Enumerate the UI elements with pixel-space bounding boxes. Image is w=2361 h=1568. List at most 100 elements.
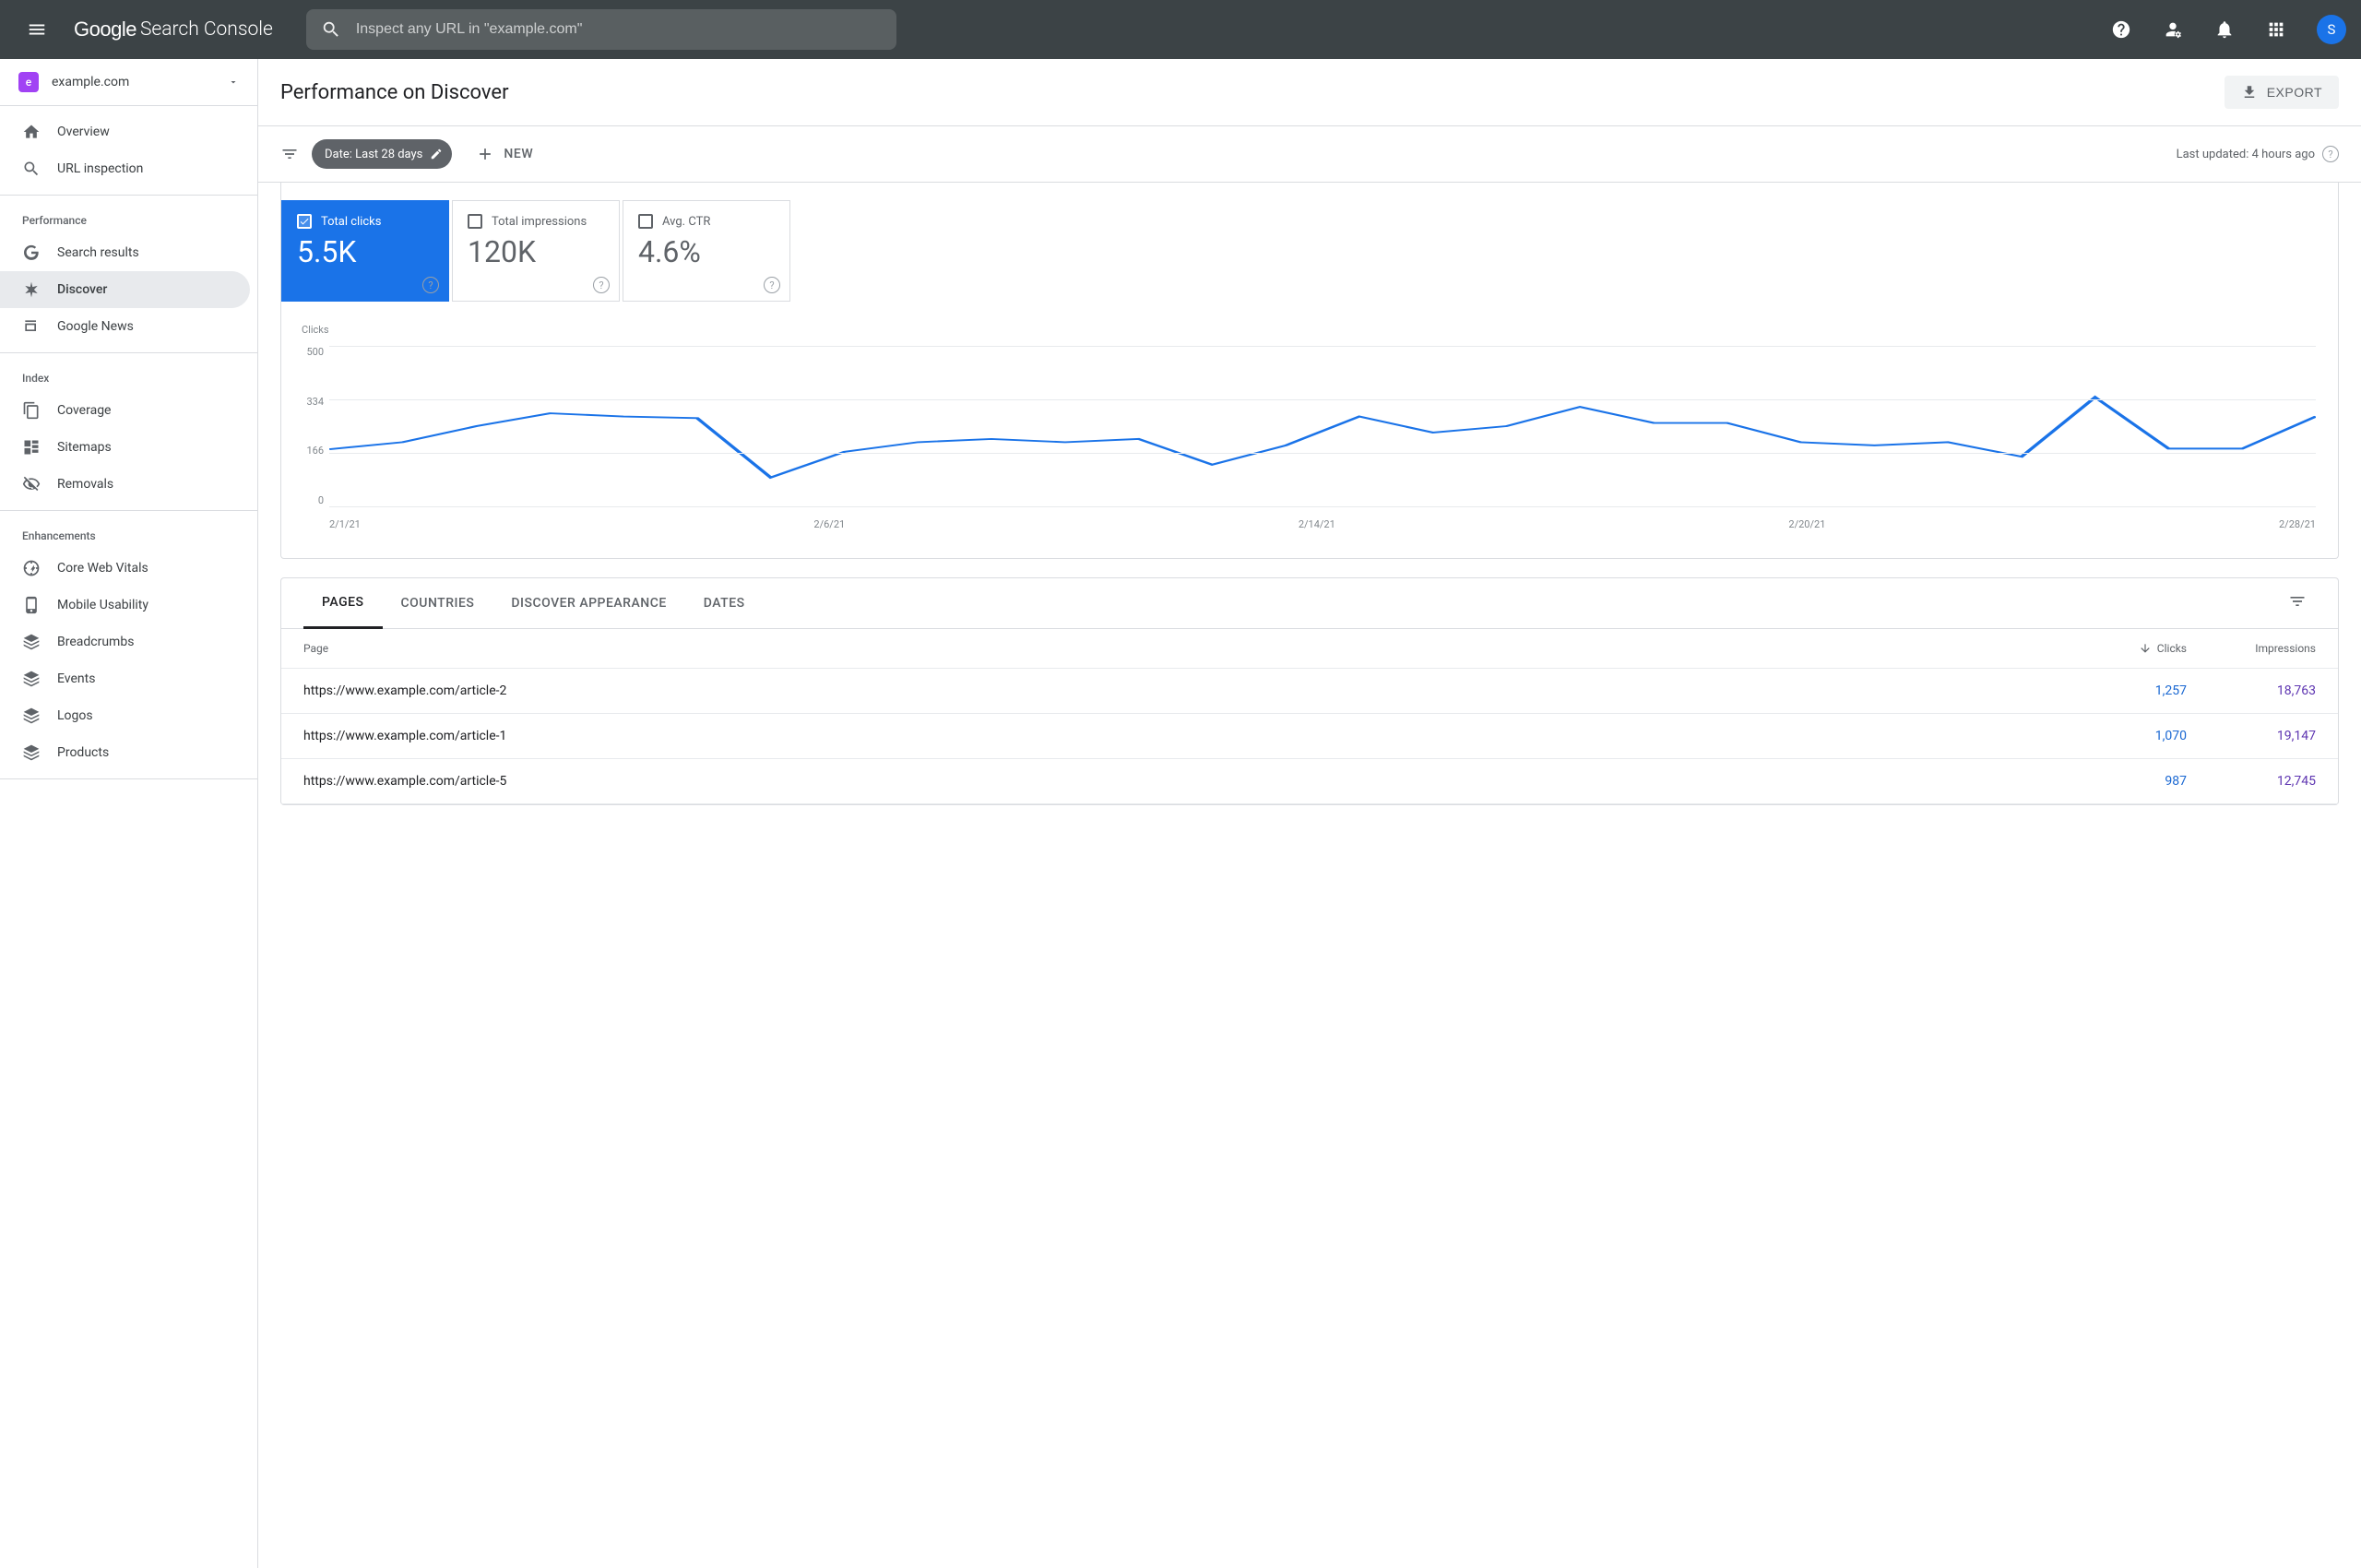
help-icon [2111,19,2131,40]
sidebar-heading: Index [0,361,257,392]
home-icon [22,123,41,141]
metric-card-avg-ctr[interactable]: Avg. CTR 4.6%? [623,200,790,302]
copy-icon [22,401,41,420]
sidebar-item-search-results[interactable]: Search results [0,234,250,271]
export-label: EXPORT [2267,85,2322,100]
clicks-value: 1,070 [2076,729,2187,743]
asterisk-icon [22,280,41,299]
user-settings-icon [2163,19,2183,40]
export-button[interactable]: EXPORT [2225,76,2339,109]
sort-desc-icon [2139,642,2152,655]
sidebar-item-mobile-usability[interactable]: Mobile Usability [0,587,250,624]
sidebar-item-sitemaps[interactable]: Sitemaps [0,429,250,466]
users-button[interactable] [2154,11,2191,48]
filter-bar: Date: Last 28 days NEW Last updated: 4 h… [258,125,2361,183]
table-row[interactable]: https://www.example.com/article-11,07019… [281,714,2338,759]
ytick: 166 [306,445,324,457]
metric-value: 5.5K [297,234,433,269]
col-impressions-header[interactable]: Impressions [2187,642,2316,655]
metric-value: 120K [468,234,604,269]
clicks-chart: Clicks 5003341660 2/1/212/6/212/14/212/2… [291,327,2316,540]
sidebar-item-url-inspection[interactable]: URL inspection [0,150,250,187]
stack-icon [22,670,41,688]
impressions-value: 18,763 [2187,683,2316,698]
app-header: Google Search Console S [0,0,2361,59]
metric-card-total-impressions[interactable]: Total impressions120K? [452,200,620,302]
col-clicks-header[interactable]: Clicks [2076,642,2187,655]
table-row[interactable]: https://www.example.com/article-21,25718… [281,669,2338,714]
search-icon [22,160,41,178]
download-icon [2241,84,2258,101]
sidebar-item-label: Products [57,745,109,760]
tab-discover-appearance[interactable]: DISCOVER APPEARANCE [492,579,684,627]
tab-countries[interactable]: COUNTRIES [383,579,493,627]
date-filter-chip[interactable]: Date: Last 28 days [312,139,452,169]
help-icon[interactable]: ? [593,277,610,293]
plus-icon [476,145,494,163]
last-updated-text: Last updated: 4 hours ago [2177,148,2315,161]
metrics-row: Total clicks5.5K?Total impressions120K?A… [281,182,2338,302]
sidebar-item-label: Google News [57,319,134,334]
sidebar-item-google-news[interactable]: Google News [0,308,250,345]
ytick: 500 [306,346,324,358]
sidebar-item-products[interactable]: Products [0,734,250,771]
help-icon[interactable]: ? [2322,146,2339,162]
xtick: 2/28/21 [2279,518,2316,530]
menu-button[interactable] [15,7,59,52]
sidebar-item-coverage[interactable]: Coverage [0,392,250,429]
sidebar-heading: Enhancements [0,518,257,550]
table-tabs: PAGESCOUNTRIESDISCOVER APPEARANCEDATES [281,578,2338,629]
bell-icon [2214,19,2235,40]
clicks-value: 987 [2076,774,2187,789]
news-icon [22,317,41,336]
account-avatar[interactable]: S [2317,15,2346,44]
table-header: Page Clicks Impressions [281,629,2338,669]
stack-icon [22,633,41,651]
table-filter-button[interactable] [2279,592,2316,614]
chevron-down-icon [228,77,239,88]
help-icon[interactable]: ? [764,277,780,293]
apps-grid-icon [2266,19,2286,40]
sidebar-item-core-web-vitals[interactable]: Core Web Vitals [0,550,250,587]
col-page-header[interactable]: Page [303,642,2076,655]
metric-label: Total clicks [321,215,381,229]
url-search-input[interactable] [356,21,882,38]
property-name: example.com [52,75,215,89]
xtick: 2/1/21 [329,518,361,530]
stack-icon [22,743,41,762]
sidebar-item-overview[interactable]: Overview [0,113,250,150]
tab-dates[interactable]: DATES [685,579,764,627]
metric-value: 4.6% [638,234,775,269]
sidebar-item-breadcrumbs[interactable]: Breadcrumbs [0,624,250,660]
sidebar-item-discover[interactable]: Discover [0,271,250,308]
sidebar-item-label: Sitemaps [57,440,112,455]
new-filter-label: NEW [504,147,533,161]
logo: Google Search Console [74,18,273,42]
phone-icon [22,596,41,614]
page-url: https://www.example.com/article-2 [303,683,2076,698]
metric-label: Avg. CTR [662,215,710,229]
apps-button[interactable] [2258,11,2295,48]
metric-card-total-clicks[interactable]: Total clicks 5.5K? [281,200,449,302]
property-selector[interactable]: e example.com [0,59,257,106]
help-button[interactable] [2103,11,2140,48]
sidebar-heading: Performance [0,203,257,234]
xtick: 2/20/21 [1788,518,1825,530]
filter-icon [2288,592,2307,611]
sidebar-item-label: Overview [57,125,110,139]
tab-pages[interactable]: PAGES [303,578,383,629]
impressions-value: 12,745 [2187,774,2316,789]
sidebar-item-logos[interactable]: Logos [0,697,250,734]
checkbox-icon [638,214,653,229]
filter-icon[interactable] [280,145,299,163]
add-filter-button[interactable]: NEW [465,145,544,163]
ytick: 334 [306,396,324,408]
notifications-button[interactable] [2206,11,2243,48]
page-url: https://www.example.com/article-5 [303,774,2076,789]
chart-ylabel: Clicks [302,324,329,336]
url-search[interactable] [306,9,896,50]
table-row[interactable]: https://www.example.com/article-598712,7… [281,759,2338,804]
sidebar-item-events[interactable]: Events [0,660,250,697]
sidebar-item-removals[interactable]: Removals [0,466,250,503]
help-icon[interactable]: ? [422,277,439,293]
